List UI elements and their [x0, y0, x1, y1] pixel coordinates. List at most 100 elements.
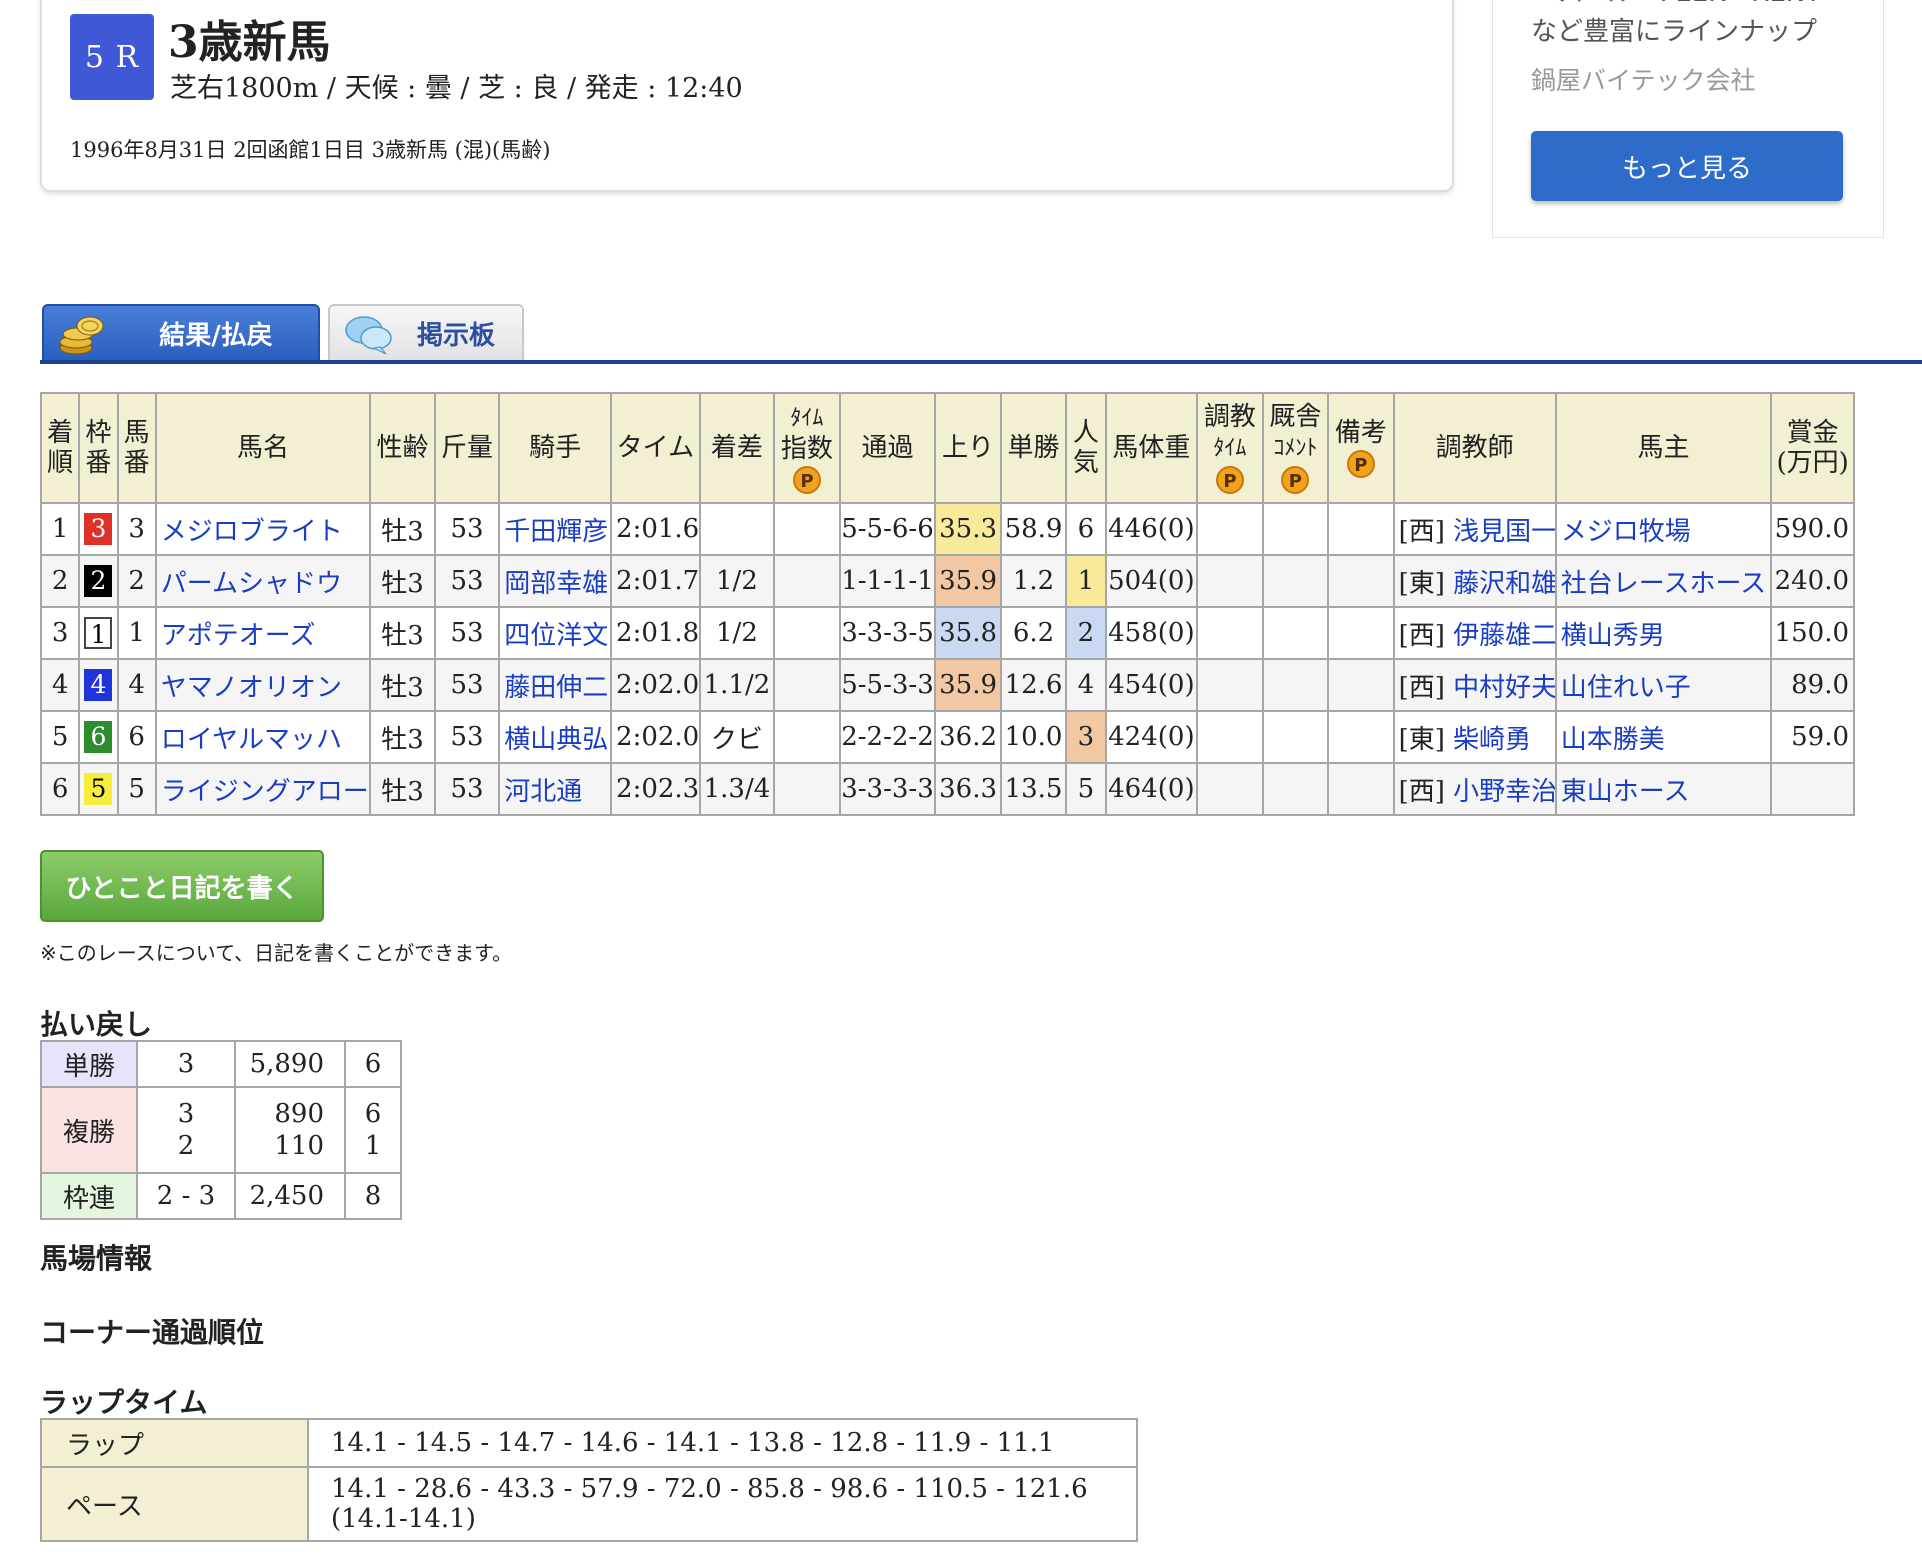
track-info-heading: 馬場情報 — [40, 1242, 153, 1275]
time-cell: 2:02.0 — [610, 658, 701, 712]
frame-badge: 1 — [84, 617, 113, 649]
win-odds-cell: 6.2 — [999, 606, 1068, 660]
write-diary-button[interactable]: ひとこと日記を書く — [40, 850, 324, 922]
tab-bbs[interactable]: 掲示板 — [328, 304, 524, 360]
tab-results[interactable]: 結果/払戻 — [42, 304, 320, 360]
weight-cell: 53 — [433, 606, 501, 660]
owner-link[interactable]: 社台レースホース — [1554, 554, 1773, 608]
lap-table: ラップ 14.1 - 14.5 - 14.7 - 14.6 - 14.1 - 1… — [40, 1418, 1138, 1542]
horse-name-link[interactable]: アポテオーズ — [154, 606, 372, 660]
owner-link[interactable]: 横山秀男 — [1554, 606, 1773, 660]
sex-age-cell: 牡3 — [369, 554, 436, 608]
popularity-cell: 4 — [1065, 658, 1107, 712]
passing-cell: 3-3-3-5 — [838, 606, 937, 660]
header-body-weight: 馬体重 — [1104, 392, 1199, 504]
trainer-region: [西] — [1398, 516, 1445, 547]
prize-cell: 59.0 — [1770, 710, 1855, 764]
owner-link[interactable]: 山本勝美 — [1554, 710, 1773, 764]
weight-cell: 53 — [433, 762, 501, 816]
pace-label: ペース — [40, 1466, 309, 1542]
horse-name-link[interactable]: パームシャドウ — [154, 554, 372, 608]
rank-cell: 4 — [39, 658, 81, 712]
owner-link[interactable]: メジロ牧場 — [1554, 502, 1773, 556]
popularity-cell: 5 — [1065, 762, 1107, 816]
prize-cell — [1770, 762, 1855, 816]
body-weight-cell: 504(0) — [1104, 554, 1199, 608]
trainer-link[interactable]: 柴崎勇 — [1453, 725, 1531, 755]
prize-cell: 240.0 — [1770, 554, 1855, 608]
payout-popularity: 8 — [344, 1172, 402, 1220]
stable-comment-cell — [1261, 658, 1330, 712]
horse-name-link[interactable]: ロイヤルマッハ — [154, 710, 372, 764]
payout-amount: 2,450 — [234, 1172, 346, 1220]
trainer-link[interactable]: 中村好夫 — [1453, 673, 1554, 703]
payout-row-place: 複勝 32 890 110 61 — [40, 1086, 402, 1174]
jockey-link[interactable]: 河北通 — [498, 762, 613, 816]
stable-comment-cell — [1261, 554, 1330, 608]
last3f-cell: 36.3 — [934, 762, 1002, 816]
training-cell — [1196, 606, 1264, 660]
note-cell — [1327, 606, 1395, 660]
jockey-link[interactable]: 藤田伸二 — [498, 658, 613, 712]
pace-row: ペース 14.1 - 28.6 - 43.3 - 57.9 - 72.0 - 8… — [40, 1466, 1138, 1542]
result-row: 5 6 6 ロイヤルマッハ 牡3 53 横山典弘 2:02.0 クビ 2-2-2… — [39, 710, 1855, 764]
race-conditions: 芝右1800m / 天候 : 曇 / 芝 : 良 / 発走 : 12:40 — [170, 73, 743, 104]
sex-age-cell: 牡3 — [369, 502, 436, 556]
frame-cell: 5 — [78, 762, 119, 816]
payout-amount: 890 110 — [234, 1086, 346, 1174]
margin-cell: 1/2 — [698, 606, 776, 660]
stable-comment-cell — [1261, 502, 1330, 556]
time-index-cell — [773, 658, 841, 712]
training-cell — [1196, 502, 1264, 556]
frame-cell: 4 — [78, 658, 119, 712]
tab-underline — [40, 360, 1922, 364]
horse-name-link[interactable]: メジロブライト — [154, 502, 372, 556]
header-popularity: 人気 — [1065, 392, 1107, 504]
popularity-cell: 6 — [1065, 502, 1107, 556]
jockey-link[interactable]: 岡部幸雄 — [498, 554, 613, 608]
margin-cell: 1.3/4 — [698, 762, 776, 816]
bet-type-bracket: 枠連 — [40, 1172, 138, 1220]
trainer-link[interactable]: 藤沢和雄 — [1453, 569, 1554, 599]
frame-badge: 2 — [84, 565, 113, 597]
tab-results-label: 結果/払戻 — [159, 320, 273, 351]
jockey-link[interactable]: 四位洋文 — [498, 606, 613, 660]
time-index-cell — [773, 502, 841, 556]
body-weight-cell: 424(0) — [1104, 710, 1199, 764]
jockey-link[interactable]: 千田輝彦 — [498, 502, 613, 556]
training-cell — [1196, 658, 1264, 712]
trainer-link[interactable]: 伊藤雄二 — [1453, 621, 1554, 651]
time-cell: 2:02.0 — [610, 710, 701, 764]
results-table: 着順 枠番 馬番 馬名 性齢 斤量 騎手 タイム 着差 ﾀｲﾑ 指数 P 通過 上り… — [39, 392, 1855, 816]
diary-note: ※このレースについて、日記を書くことができます。 — [40, 941, 513, 965]
header-win-odds: 単勝 — [999, 392, 1068, 504]
trainer-link[interactable]: 小野幸治 — [1453, 777, 1554, 807]
premium-icon: P — [1281, 466, 1310, 494]
payout-heading: 払い戻し — [40, 1008, 153, 1041]
ad-more-button[interactable]: もっと見る — [1531, 131, 1843, 201]
owner-link[interactable]: 山住れい子 — [1554, 658, 1773, 712]
trainer-cell: [西] 中村好夫 — [1392, 658, 1557, 712]
weight-cell: 53 — [433, 554, 501, 608]
margin-cell: 1/2 — [698, 554, 776, 608]
note-cell — [1327, 710, 1395, 764]
rank-cell: 5 — [39, 710, 81, 764]
sex-age-cell: 牡3 — [369, 658, 436, 712]
owner-link[interactable]: 東山ホース — [1554, 762, 1773, 816]
bet-type-place: 複勝 — [40, 1086, 138, 1174]
passing-cell: 5-5-3-3 — [838, 658, 937, 712]
result-row: 1 3 3 メジロブライト 牡3 53 千田輝彦 2:01.6 5-5-6-6 … — [39, 502, 1855, 556]
header-time: タイム — [610, 392, 701, 504]
header-frame: 枠番 — [78, 392, 119, 504]
trainer-cell: [西] 小野幸治 — [1392, 762, 1557, 816]
trainer-link[interactable]: 浅見国一 — [1453, 517, 1554, 547]
frame-badge: 3 — [84, 513, 113, 545]
pace-values: 14.1 - 28.6 - 43.3 - 57.9 - 72.0 - 85.8 … — [307, 1466, 1138, 1542]
body-weight-cell: 446(0) — [1104, 502, 1199, 556]
horse-name-link[interactable]: ヤマノオリオン — [154, 658, 372, 712]
win-odds-cell: 1.2 — [999, 554, 1068, 608]
horse-name-link[interactable]: ライジングアロー — [154, 762, 372, 816]
popularity-cell: 1 — [1065, 554, 1107, 608]
time-index-cell — [773, 710, 841, 764]
jockey-link[interactable]: 横山典弘 — [498, 710, 613, 764]
